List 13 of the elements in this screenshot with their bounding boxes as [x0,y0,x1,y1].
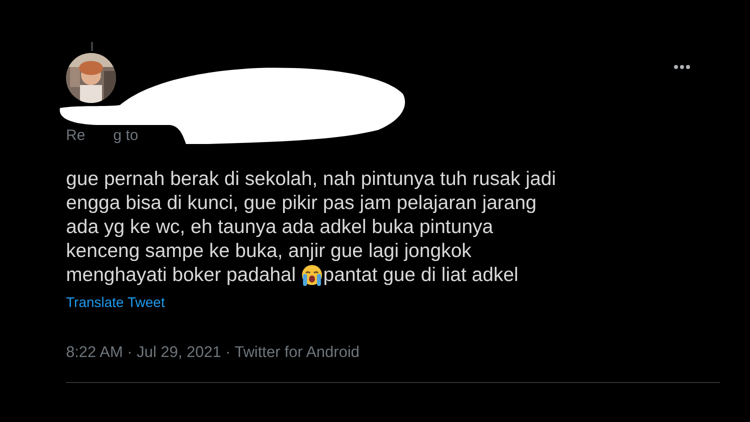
tweet-text: ada yg ke wc, eh taunya ada adkel buka pintunya [66,216,494,238]
crying-emoji-icon [301,264,324,286]
tweet-text: gue pernah berak di sekolah, nah pintunya tuh rusak jadi [66,168,556,190]
replying-text: g to [113,127,138,144]
translate-link[interactable]: Translate Tweet [66,292,165,313]
tweet-text: kenceng sampe ke buka, anjir gue lagi jongkok [66,240,472,262]
tweet-text: menghayati boker padahal [66,263,297,287]
tweet-text: pantat gue di liat adkel [323,263,518,287]
avatar[interactable] [66,53,116,103]
replying-text: Re [66,127,86,144]
more-icon[interactable] [673,64,691,70]
tweet-text: engga bisa di kunci, gue pikir pas jam pelajaran jarang [66,192,536,214]
tweet-timestamp: 8:22 AM · Jul 29, 2021 · Twitter for Android [66,343,361,363]
